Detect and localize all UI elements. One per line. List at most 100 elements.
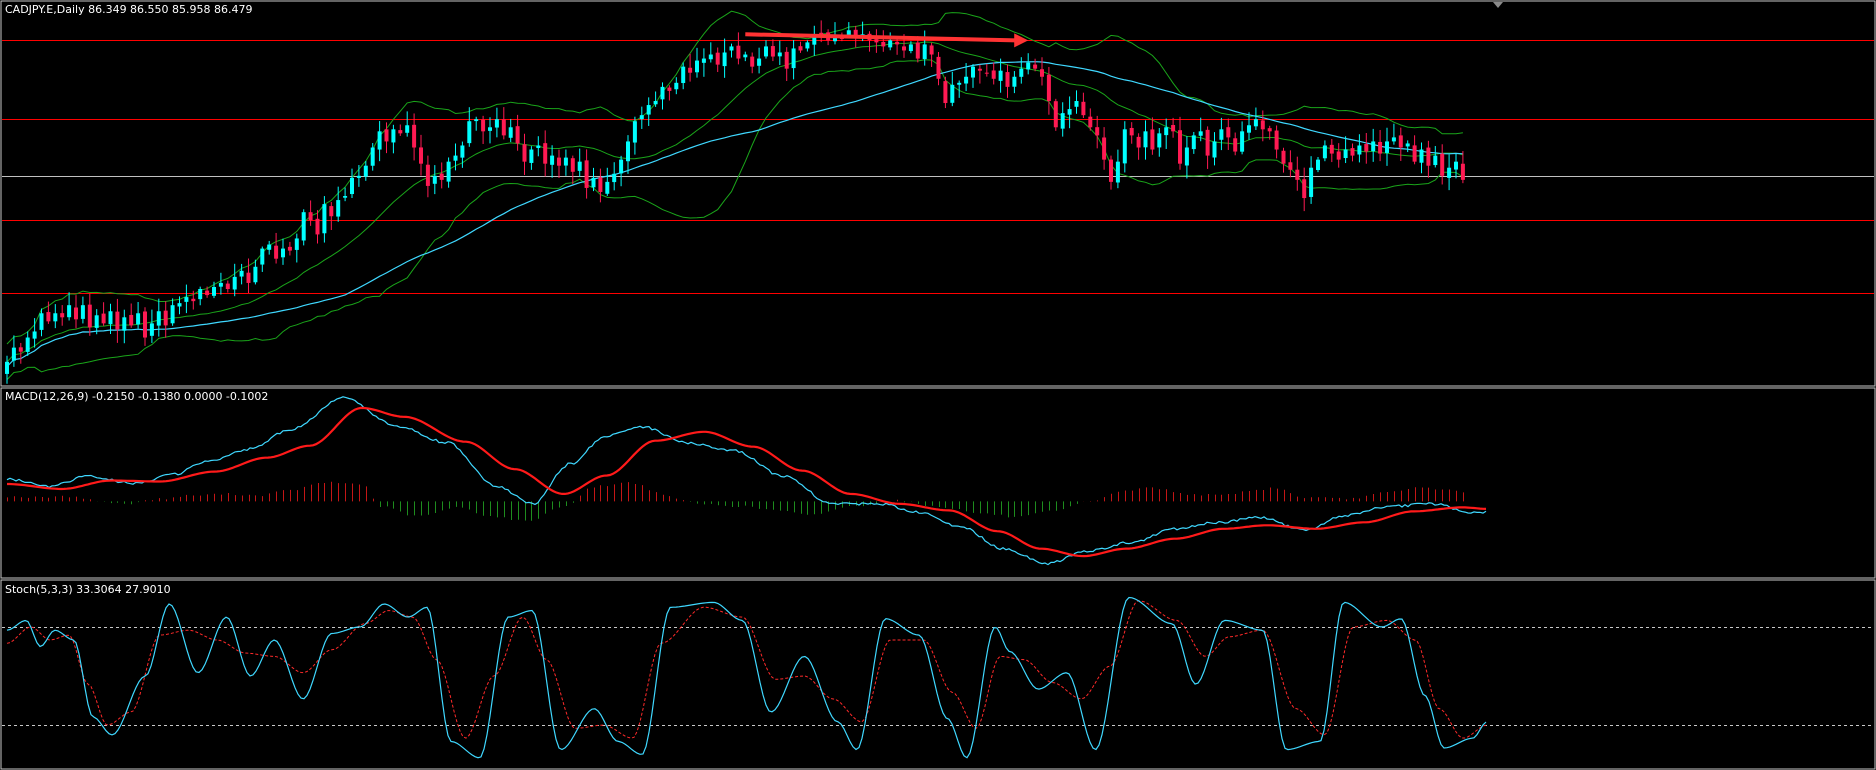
- candle-body: [936, 56, 941, 79]
- candle-body: [1212, 141, 1217, 158]
- candle-body: [1205, 129, 1210, 156]
- candle-body: [950, 84, 955, 103]
- candle-body: [191, 298, 196, 302]
- candle-body: [53, 313, 58, 322]
- candle-body: [108, 311, 113, 325]
- candle-body: [1198, 131, 1203, 136]
- candle-body: [895, 41, 900, 45]
- candle-body: [1046, 74, 1051, 102]
- candle-body: [494, 119, 499, 128]
- candle-body: [543, 143, 548, 164]
- candle-body: [115, 311, 120, 330]
- candle-body: [198, 289, 203, 300]
- candle-body: [1391, 137, 1396, 142]
- candle-body: [1281, 150, 1286, 164]
- candle-body: [149, 323, 154, 336]
- candle-body: [315, 218, 320, 235]
- candle-body: [432, 175, 437, 184]
- candle-body: [1440, 153, 1445, 176]
- candle-body: [274, 245, 279, 259]
- candle-body: [501, 119, 506, 136]
- candle-body: [984, 72, 989, 74]
- candle-body: [246, 272, 251, 283]
- candle-body: [1026, 62, 1031, 70]
- candle-body: [888, 40, 893, 48]
- stochastic-panel-title: Stoch(5,3,3) 33.3064 27.9010: [5, 583, 171, 596]
- candle-body: [1074, 101, 1079, 107]
- candle-body: [605, 181, 610, 194]
- candle-body: [363, 165, 368, 177]
- candle-body: [681, 66, 686, 84]
- candle-body: [550, 155, 555, 165]
- candle-body: [798, 46, 803, 51]
- candle-body: [646, 105, 651, 115]
- candle-body: [563, 157, 568, 166]
- candle-body: [225, 283, 230, 290]
- candle-body: [508, 127, 513, 138]
- candle-body: [971, 66, 975, 78]
- candle-body: [1109, 159, 1113, 182]
- candle-body: [267, 244, 272, 250]
- candle-body: [708, 54, 713, 60]
- candle-body: [1157, 133, 1162, 148]
- candle-body: [122, 317, 127, 331]
- candle-body: [474, 119, 479, 122]
- candle-body: [736, 45, 741, 59]
- candle-body: [598, 177, 603, 192]
- candle-body: [1240, 131, 1245, 152]
- candle-body: [626, 141, 630, 162]
- candle-body: [1322, 145, 1327, 159]
- candle-body: [467, 121, 472, 144]
- candle-body: [557, 157, 561, 166]
- candle-body: [1329, 144, 1334, 154]
- candle-body: [1288, 162, 1293, 170]
- candle-body: [1233, 138, 1238, 152]
- candle-body: [591, 177, 596, 188]
- candle-body: [129, 314, 134, 326]
- candle-body: [1364, 144, 1369, 152]
- candle-body: [1122, 129, 1127, 164]
- candle-body: [1454, 161, 1458, 170]
- candle-body: [308, 212, 313, 221]
- candle-body: [74, 307, 78, 320]
- candle-body: [584, 160, 589, 188]
- candle-body: [1260, 120, 1265, 130]
- candle-body: [660, 86, 665, 100]
- candle-body: [1371, 141, 1376, 152]
- candle-body: [322, 204, 327, 234]
- candle-body: [1191, 135, 1196, 150]
- candle-body: [453, 155, 458, 161]
- candle-body: [1019, 68, 1024, 77]
- candle-body: [1102, 137, 1107, 160]
- candle-body: [60, 313, 65, 318]
- candle-body: [25, 337, 30, 352]
- candle-body: [957, 82, 962, 85]
- candle-body: [701, 58, 706, 63]
- candle-body: [1060, 113, 1065, 129]
- candle-body: [87, 304, 92, 328]
- trading-chart: CADJPY.E,Daily 86.349 86.550 85.958 86.4…: [0, 0, 1876, 770]
- candle-body: [874, 39, 879, 43]
- candle-body: [1253, 119, 1258, 127]
- candle-body: [688, 67, 693, 73]
- candle-body: [902, 46, 906, 51]
- candle-body: [101, 313, 106, 324]
- candle-body: [908, 44, 913, 52]
- candle-body: [805, 42, 810, 49]
- candle-body: [764, 46, 768, 57]
- candle-body: [667, 87, 672, 91]
- candle-body: [729, 46, 734, 51]
- candle-body: [1067, 109, 1072, 115]
- candle-body: [522, 144, 527, 162]
- candle-body: [881, 41, 886, 47]
- candle-body: [515, 126, 520, 144]
- candle-body: [177, 303, 182, 307]
- candle-body: [1405, 143, 1410, 147]
- candle-body: [425, 164, 430, 186]
- candle-body: [929, 45, 934, 55]
- candle-body: [632, 121, 637, 143]
- candle-body: [757, 58, 762, 66]
- candle-body: [695, 60, 699, 73]
- candle-body: [1316, 159, 1320, 171]
- candle-body: [674, 82, 679, 90]
